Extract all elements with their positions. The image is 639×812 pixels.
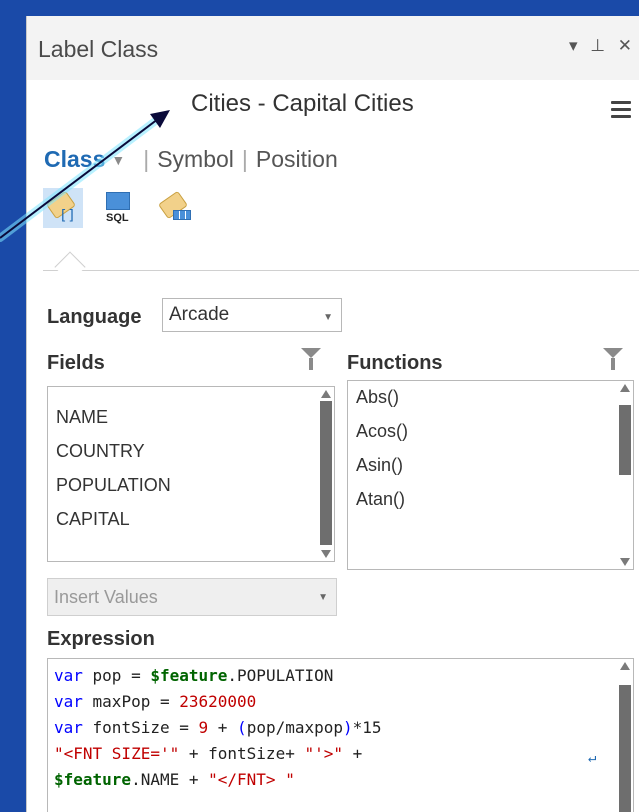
scroll-thumb[interactable] [320,401,332,545]
scroll-up-icon[interactable] [620,384,630,392]
insert-values-select[interactable]: Insert Values ▼ [47,578,337,616]
menu-icon[interactable] [611,101,631,122]
expression-scrollbar[interactable] [617,659,633,812]
tab-class[interactable]: Class [44,146,105,173]
scroll-up-icon[interactable] [321,390,331,398]
tab-position[interactable]: Position [256,146,338,173]
list-item[interactable]: COUNTRY [56,441,145,462]
fields-scrollbar[interactable] [318,387,334,561]
filter-icon[interactable] [603,348,623,370]
list-item[interactable]: Acos() [356,421,408,442]
scroll-thumb[interactable] [619,685,631,812]
section-divider [43,270,639,271]
tab-strip: Class ▼ | Symbol | Position [44,146,338,173]
list-item[interactable]: Abs() [356,387,399,408]
list-item[interactable]: POPULATION [56,475,171,496]
list-item[interactable]: Atan() [356,489,405,510]
code-line: var pop = $feature.POPULATION [54,666,334,685]
pane-title: Label Class [38,36,159,62]
chevron-down-icon: ▼ [318,592,328,603]
expression-label: Expression [47,628,155,650]
language-label: Language [47,306,142,328]
code-line: var maxPop = 23620000 [54,692,257,711]
functions-scrollbar[interactable] [617,381,633,569]
scroll-up-icon[interactable] [620,662,630,670]
code-line: var fontSize = 9 + (pop/maxpop)*15 [54,718,382,737]
fields-list[interactable]: NAME COUNTRY POPULATION CAPITAL [47,386,335,562]
insert-values-label: Insert Values [54,587,158,607]
sql-query-icon[interactable]: SQL [99,188,139,228]
label-class-name: Cities - Capital Cities [191,90,414,117]
code-line: "<FNT SIZE='" + fontSize+ "'>" + [54,744,363,763]
section-notch [54,251,86,283]
scroll-thumb[interactable] [619,405,631,475]
label-expression-icon[interactable]: [] [43,188,83,228]
scroll-down-icon[interactable] [321,550,331,558]
list-item[interactable]: CAPITAL [56,509,130,530]
class-toolbar: [] SQL [43,188,195,228]
sql-icon-label: SQL [106,212,129,224]
list-item[interactable]: Asin() [356,455,403,476]
filter-icon[interactable] [301,348,321,370]
tab-separator: | [241,146,248,172]
word-wrap-icon: ↵ [588,750,597,766]
label-table-icon[interactable] [155,188,195,228]
chevron-down-icon: ▼ [323,312,333,323]
label-class-pane: Label Class ▾ ⊥ ✕ Cities - Capital Citie… [26,16,639,812]
code-line: $feature.NAME + "</FNT> " [54,770,295,789]
language-value: Arcade [169,304,230,325]
language-select[interactable]: Arcade ▼ [162,298,342,332]
scroll-down-icon[interactable] [620,558,630,566]
chevron-down-icon[interactable]: ▼ [111,152,125,168]
pane-window-controls[interactable]: ▾ ⊥ ✕ [569,36,636,56]
tab-symbol[interactable]: Symbol [157,146,234,173]
fields-label: Fields [47,352,105,374]
functions-label: Functions [347,352,443,374]
tab-separator: | [143,146,150,172]
pane-header: Label Class ▾ ⊥ ✕ [27,16,639,80]
list-item[interactable]: NAME [56,407,108,428]
expression-editor[interactable]: var pop = $feature.POPULATION var maxPop… [47,658,634,812]
functions-list[interactable]: Abs() Acos() Asin() Atan() [347,380,634,570]
